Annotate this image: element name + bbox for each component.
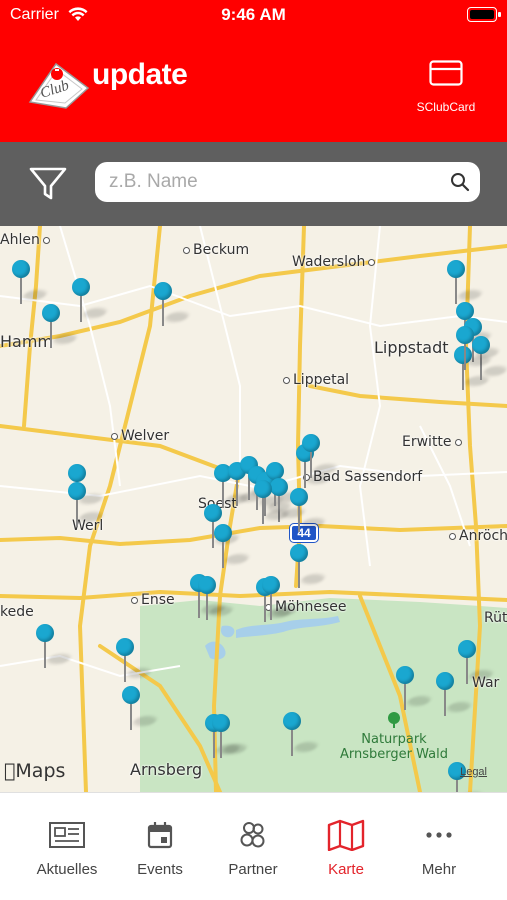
tab-karte[interactable]: Karte (301, 819, 391, 878)
map-pin[interactable] (290, 544, 327, 588)
map-pin[interactable] (262, 576, 299, 620)
map-pin[interactable] (122, 686, 159, 730)
place-label-erwitte: Erwitte (402, 434, 465, 450)
s-club-logo[interactable]: Club (26, 58, 92, 110)
place-label-lippetal: Lippetal (280, 372, 349, 388)
place-label-anroechte: Anröch (446, 528, 507, 544)
tab-mehr[interactable]: Mehr (394, 819, 484, 878)
tab-aktuelles[interactable]: Aktuelles (22, 819, 112, 878)
map-pin[interactable] (290, 488, 327, 532)
tab-label-partner: Partner (228, 861, 278, 878)
sclubcard-button[interactable]: SClubCard (401, 58, 491, 120)
calendar-icon (147, 822, 173, 849)
place-label-arnsberg: Arnsberg (130, 760, 203, 779)
park-name-line2: Arnsberger Wald (340, 747, 448, 762)
partner-icon (240, 822, 265, 848)
map-pin[interactable] (447, 260, 484, 304)
app-title: update (92, 58, 188, 91)
legal-link[interactable]: Legal (460, 766, 487, 778)
map-pin[interactable] (72, 278, 109, 322)
park-name-line1: Naturpark (361, 732, 427, 747)
map-pin[interactable] (198, 576, 235, 620)
search-icon[interactable] (450, 172, 470, 192)
place-label-wadersloh: Wadersloh (292, 254, 378, 270)
place-label-wickede: kede (0, 604, 34, 620)
nature-park-label: Naturpark Arnsberger Wald (340, 712, 448, 762)
credit-card-icon (429, 60, 463, 86)
map-pin[interactable] (214, 524, 251, 568)
tab-label-karte: Karte (328, 861, 364, 878)
place-label-welver: Welver (108, 428, 169, 444)
tree-icon (387, 712, 400, 728)
search-field[interactable] (95, 162, 480, 202)
map-pin[interactable] (456, 326, 493, 370)
tab-label-mehr: Mehr (421, 861, 457, 878)
maps-brand: Maps (4, 760, 65, 782)
map-pin[interactable] (68, 482, 105, 526)
tab-label-events: Events (137, 861, 183, 878)
map-pin[interactable] (283, 712, 320, 756)
map-pin[interactable] (458, 640, 495, 684)
map-pin[interactable] (36, 624, 73, 668)
place-label-ahlen: Ahlen (0, 232, 53, 248)
map-pin[interactable] (42, 304, 79, 348)
search-bar (0, 142, 507, 226)
map-pin[interactable] (302, 434, 339, 478)
status-bar: Carrier 9:46 AM (0, 0, 507, 30)
tab-partner[interactable]: Partner (208, 819, 298, 878)
place-label-ruethen: Rüt (484, 610, 507, 626)
map-pin[interactable] (212, 714, 249, 758)
tab-events[interactable]: Events (115, 819, 205, 878)
map-pin[interactable] (436, 672, 473, 716)
map-icon (327, 819, 365, 851)
tab-bar: Aktuelles Events Partner Karte Mehr (0, 792, 507, 900)
filter-icon[interactable] (28, 164, 68, 204)
map-pin[interactable] (12, 260, 49, 304)
map-pin[interactable] (116, 638, 153, 682)
battery-icon (467, 7, 501, 22)
place-label-beckum: Beckum (180, 242, 249, 258)
more-icon (426, 832, 452, 838)
map-pin[interactable] (154, 282, 191, 326)
map-pin[interactable] (396, 666, 433, 710)
map-pin[interactable] (254, 480, 291, 524)
sclubcard-label: SClubCard (416, 100, 476, 114)
place-label-ense: Ense (128, 592, 175, 608)
search-input[interactable] (109, 162, 439, 202)
map-view[interactable]: Ahlen Beckum Wadersloh Hamm Lippstadt Li… (0, 226, 507, 792)
place-label-lippstadt: Lippstadt (374, 338, 449, 357)
newspaper-icon (49, 822, 85, 848)
status-time: 9:46 AM (221, 5, 286, 24)
apple-maps-logo: Maps (4, 760, 65, 782)
tab-label-aktuelles: Aktuelles (36, 861, 98, 878)
